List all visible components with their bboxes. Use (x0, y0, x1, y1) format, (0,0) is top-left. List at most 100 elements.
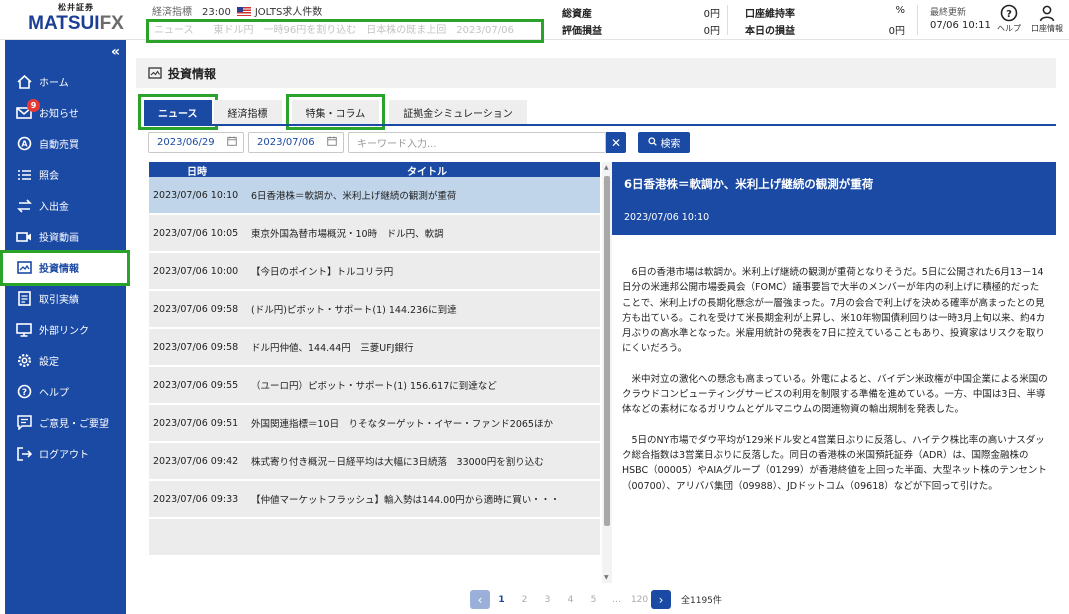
row-date: 2023/07/06 09:58 (153, 341, 239, 353)
main-content: 投資情報 ニュース 経済指標 特集・コラム 証拠金シミュレーション 2023/0… (136, 58, 1056, 609)
account-info-button[interactable]: 口座情報 (1030, 4, 1064, 34)
total-assets-value: 0円 (703, 9, 720, 20)
page-number[interactable]: 1 (490, 595, 513, 605)
page-number[interactable]: 2 (513, 595, 536, 605)
tab-news[interactable]: ニュース (138, 94, 218, 130)
scroll-up-icon[interactable]: ▲ (604, 164, 609, 171)
sidebar-item-videos[interactable]: 投資動画 (5, 221, 126, 252)
row-title: 【仲値マーケットフラッシュ】輸入勢は144.00円から適時に買い・・・ (251, 495, 560, 506)
margin-rate-value: % (895, 5, 905, 16)
next-page-button[interactable]: › (651, 590, 671, 609)
economic-indicator[interactable]: 経済指標 23:00 JOLTS求人件数 (152, 3, 322, 18)
sidebar-item-label: ログアウト (39, 450, 89, 461)
table-row[interactable]: 2023/07/06 09:51 外国関連指標＝10日 りそなターゲット・イヤー・… (149, 405, 600, 441)
col-title-header: タイトル (407, 167, 447, 178)
sidebar-item-auto-trade[interactable]: A 自動売買 (5, 128, 126, 159)
article-paragraph: 6日の香港市場は軟調か。米利上げ継続の観測が重荷となりそうだ。5日に公開された6… (622, 267, 1046, 355)
brand-name: MATSUIFX (28, 13, 124, 34)
article-body: 6日の香港市場は軟調か。米利上げ継続の観測が重荷となりそうだ。5日に公開された6… (612, 235, 1056, 494)
sidebar-item-feedback[interactable]: ご意見・ご要望 (5, 407, 126, 438)
list-scrollbar[interactable]: ▲ ▼ (602, 162, 612, 583)
top-header: 松井証券 MATSUIFX 経済指標 23:00 JOLTS求人件数 ニュース 東ドル… (0, 0, 1069, 43)
indicator-label: 経済指標 (152, 7, 192, 18)
sidebar-item-notices[interactable]: 9 お知らせ (5, 97, 126, 128)
date-to-input[interactable]: 2023/07/06 (248, 132, 344, 153)
indicator-time: 23:00 (202, 7, 231, 18)
image-icon (15, 260, 33, 276)
svg-text:A: A (21, 140, 28, 149)
svg-text:?: ? (1006, 9, 1012, 20)
brand-logo[interactable]: 松井証券 MATSUIFX (28, 3, 124, 37)
date-from-input[interactable]: 2023/06/29 (148, 132, 244, 153)
sidebar-item-label: 自動売買 (39, 140, 79, 151)
sidebar-item-help[interactable]: ? ヘルプ (5, 376, 126, 407)
table-row[interactable]: 2023/07/06 09:58 (ドル円)ピボット・サポート(1) 144.23… (149, 291, 600, 327)
sidebar-item-deposit-withdraw[interactable]: 入出金 (5, 190, 126, 221)
collapse-sidebar-icon[interactable]: « (111, 44, 120, 60)
table-row[interactable]: 2023/07/06 09:58 ドル円仲値、144.44円 三菱UFJ銀行 (149, 329, 600, 365)
tab-features-columns[interactable]: 特集・コラム (285, 94, 386, 130)
sidebar-item-inquiry[interactable]: 照会 (5, 159, 126, 190)
tab-economic-indicators[interactable]: 経済指標 (213, 100, 282, 124)
ticker-text: 東ドル円 一時96円を割り込む 日本株の既ま上回 2023/07/06 (213, 25, 514, 36)
row-title: ドル円仲値、144.44円 三菱UFJ銀行 (251, 343, 414, 354)
sidebar-item-settings[interactable]: 設定 (5, 345, 126, 376)
row-title: (ドル円)ピボット・サポート(1) 144.236に到達 (251, 305, 457, 316)
scroll-down-icon[interactable]: ▼ (604, 574, 609, 581)
tab-bar: ニュース 経済指標 特集・コラム 証拠金シミュレーション (138, 94, 529, 130)
home-icon (15, 74, 33, 90)
sidebar-item-label: ホーム (39, 78, 69, 89)
scrollbar-thumb[interactable] (604, 176, 610, 526)
table-row[interactable]: 2023/07/06 09:55 （ユーロ円）ピボット・サポート(1) 156.6… (149, 367, 600, 403)
help-circle-icon: ? (15, 384, 33, 400)
tab-label: 証拠金シミュレーション (403, 108, 513, 120)
comment-icon (15, 415, 33, 431)
row-title: 外国関連指標＝10日 りそなターゲット・イヤー・ファンド2065ほか (251, 419, 553, 430)
last-updated-label: 最終更新 (930, 8, 967, 18)
row-title: 6日香港株＝軟調か、米利上げ継続の観測が重荷 (251, 191, 457, 202)
help-label: ヘルプ (997, 24, 1021, 33)
prev-page-button[interactable]: ‹ (470, 590, 490, 609)
calendar-icon (327, 136, 337, 149)
account-label: 口座情報 (1031, 24, 1063, 33)
table-row[interactable]: 2023/07/06 10:05 東京外国為替市場概況・10時 ドル円、軟調 (149, 215, 600, 251)
video-icon (15, 229, 33, 245)
list-header: 日時 タイトル (149, 162, 600, 178)
row-title: （ユーロ円）ピボット・サポート(1) 156.617に到達など (251, 381, 497, 392)
table-row[interactable]: 2023/07/06 09:42 株式寄り付き概況－日経平均は大幅に3日続落 33… (149, 443, 600, 479)
help-button[interactable]: ? ヘルプ (992, 4, 1026, 34)
notice-count-badge: 9 (27, 99, 40, 112)
clear-keyword-button[interactable]: ✕ (606, 132, 626, 153)
page-ellipsis: … (612, 594, 621, 605)
page-number[interactable]: 4 (559, 595, 582, 605)
close-icon: ✕ (610, 135, 622, 150)
keyword-input[interactable]: キーワード入力... (348, 132, 606, 153)
news-list: 日時 タイトル 2023/07/06 10:10 6日香港株＝軟調か、米利上げ継続… (149, 162, 612, 583)
tab-margin-simulation[interactable]: 証拠金シミュレーション (389, 100, 527, 124)
news-ticker[interactable]: ニュース 東ドル円 一時96円を割り込む 日本株の既ま上回 2023/07/06 (146, 19, 544, 43)
page-number[interactable]: 120 (628, 595, 651, 605)
brand-top: 松井証券 (58, 3, 94, 12)
sidebar-item-investment-info[interactable]: 投資情報 (0, 250, 130, 286)
search-button[interactable]: 検索 (638, 132, 690, 153)
article-header: 6日香港株＝軟調か、米利上げ継続の観測が重荷 2023/07/06 10:10 (612, 162, 1056, 235)
sidebar-item-label: お知らせ (39, 109, 79, 120)
table-row[interactable] (149, 519, 600, 555)
table-row[interactable]: 2023/07/06 10:00 【今日のポイント】トルコリラ円 (149, 253, 600, 289)
tab-label: 特集・コラム (305, 108, 366, 120)
page-number[interactable]: 5 (582, 595, 605, 605)
search-label: 検索 (660, 139, 681, 150)
article-panel: 6日香港株＝軟調か、米利上げ継続の観測が重荷 2023/07/06 10:10 … (612, 162, 1056, 582)
table-row[interactable]: 2023/07/06 09:33 【仲値マーケットフラッシュ】輸入勢は144.00… (149, 481, 600, 517)
table-row[interactable]: 2023/07/06 10:10 6日香港株＝軟調か、米利上げ継続の観測が重荷 (149, 177, 600, 213)
keyword-placeholder: キーワード入力... (357, 139, 437, 150)
sidebar-item-logout[interactable]: ログアウト (5, 438, 126, 469)
sidebar-item-external-links[interactable]: 外部リンク (5, 314, 126, 345)
page-number[interactable]: 3 (536, 595, 559, 605)
row-title: 東京外国為替市場概況・10時 ドル円、軟調 (251, 229, 444, 240)
sidebar-item-trade-history[interactable]: 取引実績 (5, 283, 126, 314)
page-title: 投資情報 (168, 66, 217, 81)
sidebar-item-home[interactable]: ホーム (5, 66, 126, 97)
sidebar-nav: ホーム 9 お知らせ A 自動売買 照会 入出金 投資動画 投資情報 取引実績 … (0, 66, 130, 469)
row-date: 2023/07/06 10:05 (153, 227, 239, 239)
